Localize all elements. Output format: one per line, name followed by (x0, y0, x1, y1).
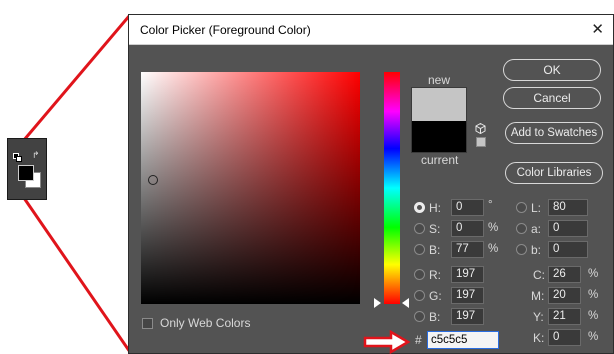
green-label: G: (429, 289, 442, 303)
blue-label: B: (429, 310, 441, 324)
saturation-unit: % (488, 222, 499, 234)
lightness-input[interactable]: 80 (548, 199, 588, 216)
hue-slider-handle-right[interactable] (402, 298, 409, 308)
new-color-label: new (428, 73, 451, 87)
radio-red[interactable] (414, 269, 425, 280)
connector-line-top (22, 14, 132, 141)
a-channel-label: a: (531, 222, 542, 236)
color-libraries-button[interactable]: Color Libraries (505, 162, 603, 184)
connector-line-bottom (22, 197, 132, 353)
swap-arrows-icon[interactable]: ↱ (32, 151, 40, 161)
radio-saturation[interactable] (414, 223, 425, 234)
cancel-button[interactable]: Cancel (503, 87, 601, 109)
cyan-unit: % (588, 268, 599, 280)
lightness-label: L: (531, 201, 542, 215)
magenta-label: M: (531, 289, 545, 303)
black-label: K: (533, 331, 545, 345)
saturation-brightness-field[interactable] (141, 72, 360, 304)
default-colors-icon[interactable] (13, 153, 22, 162)
black-input[interactable]: 0 (548, 329, 581, 346)
brightness-unit: % (488, 243, 499, 255)
green-input[interactable]: 197 (451, 287, 484, 304)
hue-slider[interactable] (384, 72, 400, 304)
out-of-gamut-cube-icon[interactable] (475, 123, 486, 134)
toolbar-color-swatch-widget: ↱ (7, 138, 47, 200)
radio-hue[interactable] (414, 202, 425, 213)
hue-slider-handle-left[interactable] (374, 298, 381, 308)
brightness-label: B: (429, 243, 441, 257)
red-label: R: (429, 268, 441, 282)
magenta-unit: % (588, 289, 599, 301)
screenshot-stage: ↱ Color Picker (Foreground Color) ✕ new … (0, 0, 614, 354)
foreground-color-swatch[interactable] (18, 165, 34, 181)
yellow-input[interactable]: 21 (548, 308, 581, 325)
brightness-input[interactable]: 77 (451, 241, 484, 258)
color-picker-dialog: Color Picker (Foreground Color) ✕ new cu… (128, 14, 614, 354)
hex-hash-label: # (415, 333, 422, 347)
black-unit: % (588, 331, 599, 343)
radio-b-channel[interactable] (516, 244, 527, 255)
red-outline-arrow-icon (363, 330, 411, 354)
color-field-cursor[interactable] (148, 175, 158, 185)
red-input[interactable]: 197 (451, 266, 484, 283)
web-safe-color-swatch[interactable] (476, 137, 486, 147)
cyan-input[interactable]: 26 (548, 266, 581, 283)
only-web-colors-checkbox[interactable] (142, 318, 153, 329)
title-bar: Color Picker (Foreground Color) ✕ (129, 15, 613, 45)
ok-button[interactable]: OK (503, 59, 601, 81)
blue-input[interactable]: 197 (451, 308, 484, 325)
radio-blue[interactable] (414, 311, 425, 322)
yellow-label: Y: (533, 310, 544, 324)
a-channel-input[interactable]: 0 (548, 220, 588, 237)
hue-input[interactable]: 0 (451, 199, 484, 216)
current-color-label: current (421, 153, 459, 167)
close-icon[interactable]: ✕ (591, 20, 604, 38)
magenta-input[interactable]: 20 (548, 287, 581, 304)
cyan-label: C: (533, 268, 545, 282)
b-channel-input[interactable]: 0 (548, 241, 588, 258)
hue-unit: ° (488, 199, 493, 211)
radio-a-channel[interactable] (516, 223, 527, 234)
add-to-swatches-button[interactable]: Add to Swatches (505, 122, 603, 144)
dialog-title: Color Picker (Foreground Color) (140, 23, 311, 37)
b-channel-label: b: (531, 243, 542, 257)
radio-green[interactable] (414, 290, 425, 301)
hue-label: H: (429, 201, 441, 215)
current-color-swatch[interactable] (411, 121, 467, 153)
yellow-unit: % (588, 310, 599, 322)
saturation-input[interactable]: 0 (451, 220, 484, 237)
radio-lightness[interactable] (516, 202, 527, 213)
saturation-label: S: (429, 222, 441, 236)
radio-brightness[interactable] (414, 244, 425, 255)
hex-color-input[interactable]: c5c5c5 (427, 331, 499, 349)
only-web-colors-label: Only Web Colors (160, 316, 251, 330)
new-color-swatch (411, 87, 467, 121)
